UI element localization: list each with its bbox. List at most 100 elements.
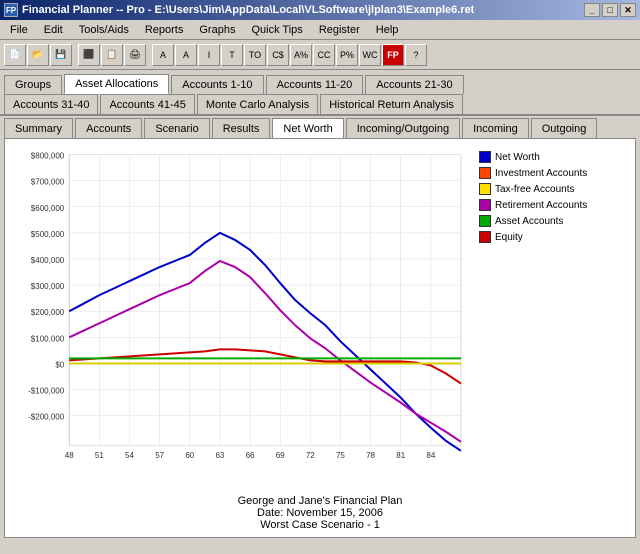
svg-text:81: 81: [396, 451, 405, 460]
nav-row-1: Groups Asset Allocations Accounts 1-10 A…: [0, 70, 640, 94]
window-title: Financial Planner -- Pro - E:\Users\Jim\…: [22, 4, 474, 16]
toolbar-btn16[interactable]: WC: [359, 44, 381, 66]
app-icon: FP: [4, 3, 18, 17]
toolbar-btn5[interactable]: 📋: [101, 44, 123, 66]
legend-label-equity: Equity: [495, 232, 523, 243]
svg-text:48: 48: [65, 451, 74, 460]
maximize-button[interactable]: □: [602, 3, 618, 17]
svg-text:$400,000: $400,000: [31, 256, 65, 265]
menu-file[interactable]: File: [2, 22, 36, 38]
nav-tab-accounts-41-45[interactable]: Accounts 41-45: [100, 94, 194, 114]
nav-row-2: Accounts 31-40 Accounts 41-45 Monte Carl…: [0, 94, 640, 116]
svg-text:$200,000: $200,000: [31, 308, 65, 317]
toolbar-btn15[interactable]: P%: [336, 44, 358, 66]
nav-tab-asset-allocations[interactable]: Asset Allocations: [64, 74, 169, 94]
svg-text:51: 51: [95, 451, 104, 460]
toolbar-help[interactable]: ?: [405, 44, 427, 66]
svg-text:84: 84: [426, 451, 435, 460]
menu-edit[interactable]: Edit: [36, 22, 71, 38]
legend-label-taxfree: Tax-free Accounts: [495, 184, 574, 195]
legend-color-investment: [479, 167, 491, 179]
chart-tab-summary[interactable]: Summary: [4, 118, 73, 138]
chart-tab-incoming-outgoing[interactable]: Incoming/Outgoing: [346, 118, 460, 138]
chart-tab-accounts[interactable]: Accounts: [75, 118, 142, 138]
toolbar-btn13[interactable]: A%: [290, 44, 312, 66]
legend-label-net-worth: Net Worth: [495, 152, 540, 163]
legend-item-net-worth: Net Worth: [479, 151, 623, 163]
legend-item-equity: Equity: [479, 231, 623, 243]
svg-text:57: 57: [155, 451, 164, 460]
toolbar-save[interactable]: 💾: [50, 44, 72, 66]
chart-tabs-row: Summary Accounts Scenario Results Net Wo…: [0, 116, 640, 138]
chart-tab-net-worth[interactable]: Net Worth: [272, 118, 343, 138]
nav-tab-accounts-21-30[interactable]: Accounts 21-30: [365, 75, 463, 94]
menu-tools[interactable]: Tools/Aids: [71, 22, 137, 38]
toolbar-btn4[interactable]: ⬛: [78, 44, 100, 66]
svg-text:54: 54: [125, 451, 134, 460]
svg-text:$700,000: $700,000: [31, 178, 65, 187]
toolbar-btn10[interactable]: T: [221, 44, 243, 66]
menu-reports[interactable]: Reports: [137, 22, 192, 38]
toolbar-fp[interactable]: FP: [382, 44, 404, 66]
chart-area: $800,000 $700,000 $600,000 $500,000 $400…: [5, 139, 635, 491]
footer-line2: Date: November 15, 2006: [5, 507, 635, 519]
svg-text:-$100,000: -$100,000: [28, 387, 65, 396]
nav-tab-accounts-31-40[interactable]: Accounts 31-40: [4, 94, 98, 114]
svg-text:75: 75: [336, 451, 345, 460]
menu-graphs[interactable]: Graphs: [191, 22, 243, 38]
legend-label-retirement: Retirement Accounts: [495, 200, 587, 211]
legend-color-net-worth: [479, 151, 491, 163]
chart-footer: George and Jane's Financial Plan Date: N…: [5, 491, 635, 537]
legend-item-retirement: Retirement Accounts: [479, 199, 623, 211]
svg-text:$500,000: $500,000: [31, 230, 65, 239]
toolbar-btn8[interactable]: A: [175, 44, 197, 66]
svg-text:-$200,000: -$200,000: [28, 413, 65, 422]
legend-label-asset: Asset Accounts: [495, 216, 563, 227]
menu-quicktips[interactable]: Quick Tips: [243, 22, 310, 38]
chart-svg: $800,000 $700,000 $600,000 $500,000 $400…: [9, 143, 471, 487]
toolbar-btn12[interactable]: C$: [267, 44, 289, 66]
legend-color-retirement: [479, 199, 491, 211]
chart-container: $800,000 $700,000 $600,000 $500,000 $400…: [9, 143, 471, 487]
menu-bar: File Edit Tools/Aids Reports Graphs Quic…: [0, 20, 640, 40]
legend-item-taxfree: Tax-free Accounts: [479, 183, 623, 195]
nav-tab-accounts-11-20[interactable]: Accounts 11-20: [266, 75, 364, 94]
menu-register[interactable]: Register: [311, 22, 368, 38]
svg-text:72: 72: [306, 451, 315, 460]
toolbar-btn6[interactable]: 🖨: [124, 44, 146, 66]
footer-line1: George and Jane's Financial Plan: [5, 495, 635, 507]
main-content: $800,000 $700,000 $600,000 $500,000 $400…: [4, 138, 636, 538]
toolbar: 📄 📂 💾 ⬛ 📋 🖨 A A I T TO C$ A% CC P% WC FP…: [0, 40, 640, 70]
svg-text:$600,000: $600,000: [31, 204, 65, 213]
svg-text:66: 66: [246, 451, 255, 460]
nav-tab-groups[interactable]: Groups: [4, 75, 62, 94]
toolbar-btn11[interactable]: TO: [244, 44, 266, 66]
svg-text:60: 60: [185, 451, 194, 460]
toolbar-open[interactable]: 📂: [27, 44, 49, 66]
svg-text:$300,000: $300,000: [31, 282, 65, 291]
nav-tab-monte-carlo[interactable]: Monte Carlo Analysis: [197, 94, 318, 114]
chart-tab-scenario[interactable]: Scenario: [144, 118, 209, 138]
menu-help[interactable]: Help: [368, 22, 407, 38]
svg-text:78: 78: [366, 451, 375, 460]
toolbar-btn7[interactable]: A: [152, 44, 174, 66]
toolbar-btn14[interactable]: CC: [313, 44, 335, 66]
svg-text:$100,000: $100,000: [31, 334, 65, 343]
nav-tab-accounts-1-10[interactable]: Accounts 1-10: [171, 75, 263, 94]
nav-tab-historical-return[interactable]: Historical Return Analysis: [320, 94, 463, 114]
chart-tab-outgoing[interactable]: Outgoing: [531, 118, 598, 138]
legend-item-investment: Investment Accounts: [479, 167, 623, 179]
legend-label-investment: Investment Accounts: [495, 168, 587, 179]
toolbar-new[interactable]: 📄: [4, 44, 26, 66]
chart-tab-incoming[interactable]: Incoming: [462, 118, 529, 138]
legend-color-equity: [479, 231, 491, 243]
close-button[interactable]: ✕: [620, 3, 636, 17]
legend-color-asset: [479, 215, 491, 227]
svg-text:63: 63: [215, 451, 224, 460]
minimize-button[interactable]: _: [584, 3, 600, 17]
footer-line3: Worst Case Scenario - 1: [5, 519, 635, 531]
toolbar-btn9[interactable]: I: [198, 44, 220, 66]
chart-tab-results[interactable]: Results: [212, 118, 271, 138]
legend-item-asset: Asset Accounts: [479, 215, 623, 227]
svg-text:69: 69: [276, 451, 285, 460]
